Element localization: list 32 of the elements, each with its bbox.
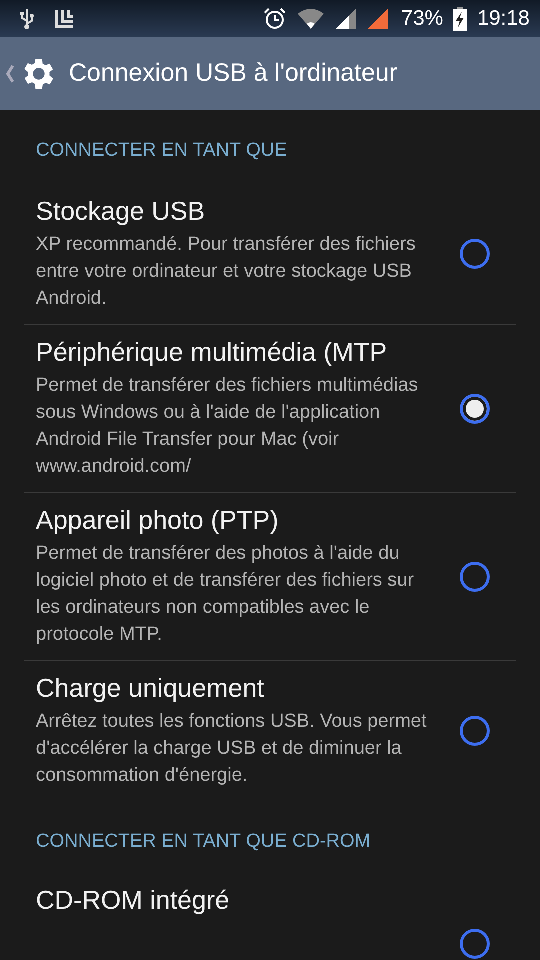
wifi-icon — [297, 8, 326, 30]
signal-icon — [367, 8, 390, 30]
radio-button[interactable] — [460, 929, 490, 959]
radio-button[interactable] — [460, 562, 490, 592]
battery-percentage: 73% — [401, 6, 444, 30]
radio-button[interactable] — [460, 394, 490, 424]
section-header: CONNECTER EN TANT QUE — [35, 139, 288, 163]
back-caret-icon[interactable] — [5, 64, 15, 84]
radio-button[interactable] — [460, 716, 490, 746]
clock-time: 19:18 — [477, 6, 530, 30]
signal-icon — [335, 8, 358, 30]
screen-title: Connexion USB à l'ordinateur — [69, 59, 398, 88]
option-description: Arrêtez toutes les fonctions USB. Vous permet d'accélérer la charge USB et de diminuer la consommation d'énergie. — [36, 710, 428, 788]
option-row[interactable]: Périphérique multimédia (MTP Permet de transférer des fichiers multimédias sous Windows ou à l'aide de l'application Android File Transfer pour Mac (voir www.android.com/ — [24, 325, 516, 493]
option-description: Permet de transférer des fichiers multimédias sous Windows ou à l'aide de l'application Android File Transfer pour Mac (voir www.android.com/ — [36, 374, 420, 479]
option-row[interactable]: CD-ROM intégré — [24, 873, 516, 960]
section-header: CONNECTER EN TANT QUE CD-ROM — [35, 830, 372, 854]
alarm-icon — [263, 6, 288, 30]
option-title: Stockage USB — [36, 196, 206, 227]
battery-charging-icon — [453, 6, 468, 30]
option-row[interactable]: Stockage USB XP recommandé. Pour transférer des fichiers entre votre ordinateur et votre stockage USB Android. — [24, 184, 516, 325]
usb-icon — [20, 8, 34, 30]
option-description: Permet de transférer des photos à l'aide du logiciel photo et de transférer des fichiers sur les ordinateurs non compatibles avec le protocole MTP. — [36, 542, 416, 647]
option-title: Appareil photo (PTP) — [36, 505, 280, 536]
option-row[interactable]: Charge uniquement Arrêtez toutes les fonctions USB. Vous permet d'accélérer la charge USB et de diminuer la consommation d'énergie. — [24, 661, 516, 801]
notification-icon — [54, 8, 74, 28]
option-title: Charge uniquement — [36, 673, 266, 704]
option-description: XP recommandé. Pour transférer des fichiers entre votre ordinateur et votre stockage USB Android. — [36, 233, 417, 311]
option-row[interactable]: Appareil photo (PTP) Permet de transférer des photos à l'aide du logiciel photo et de transférer des fichiers sur les ordinateurs non compatibles avec le protocole MTP. — [24, 493, 516, 661]
option-title: Périphérique multimédia (MTP — [36, 337, 388, 368]
option-title: CD-ROM intégré — [36, 885, 231, 916]
radio-button[interactable] — [460, 239, 490, 269]
